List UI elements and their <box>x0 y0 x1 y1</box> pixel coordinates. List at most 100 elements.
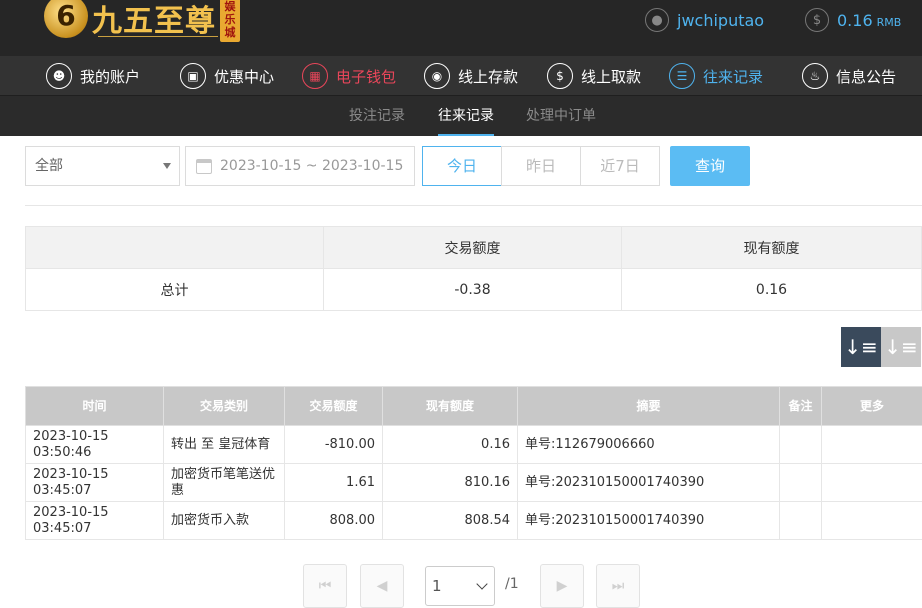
date-range-value: 2023-10-15 ~ 2023-10-15 <box>220 158 403 174</box>
nav-label: 我的账户 <box>80 66 140 87</box>
cell-summary: 单号:112679006660 <box>518 426 780 464</box>
caret-down-icon <box>163 163 171 169</box>
column-header-time[interactable]: 时间 <box>26 387 164 426</box>
deposit-icon: ◉ <box>424 63 450 89</box>
range-today-button[interactable]: 今日 <box>422 146 502 186</box>
balance-display[interactable]: $ 0.16RMB <box>805 7 901 33</box>
summary-total-row: 总计 -0.38 0.16 <box>26 269 922 311</box>
balance-amount: 0.16RMB <box>837 11 901 30</box>
cell-time: 2023-10-15 03:50:46 <box>26 426 164 464</box>
nav-item-my-account[interactable]: ☻ 我的账户 <box>46 56 140 96</box>
transaction-type-select[interactable]: 全部 <box>25 146 180 186</box>
logo-badge: 6 <box>44 0 88 38</box>
main-nav: ☻ 我的账户 ▣ 优惠中心 ▦ 电子钱包 ◉ 线上存款 $ 线上取款 ☰ 往来记… <box>0 56 922 96</box>
select-value: 全部 <box>35 158 63 174</box>
withdraw-icon: $ <box>547 63 573 89</box>
prev-page-button[interactable]: ◀ <box>360 564 404 608</box>
page-total: /1 <box>505 576 519 592</box>
cell-more[interactable] <box>822 464 922 502</box>
column-header-balance[interactable]: 现有额度 <box>383 387 518 426</box>
page-select-value: 1 <box>432 577 442 595</box>
date-range-input[interactable]: 2023-10-15 ~ 2023-10-15 <box>185 146 415 186</box>
nav-label: 线上取款 <box>581 66 641 87</box>
cell-type: 加密货币笔笔送优惠 <box>164 464 285 502</box>
summary-header-balance: 现有额度 <box>622 227 922 269</box>
user-icon: ☻ <box>46 63 72 89</box>
sort-ascending-icon[interactable]: ↓≡ <box>881 327 921 367</box>
cell-more[interactable] <box>822 426 922 464</box>
nav-item-deposit[interactable]: ◉ 线上存款 <box>424 56 518 96</box>
next-page-button[interactable]: ▶ <box>540 564 584 608</box>
logo-text: 九五至尊 <box>92 0 216 40</box>
table-row[interactable]: 2023-10-15 03:50:46 转出 至 皇冠体育 -810.00 0.… <box>26 426 922 464</box>
cell-type: 加密货币入款 <box>164 502 285 540</box>
cell-summary: 单号:202310150001740390 <box>518 464 780 502</box>
range-yesterday-button[interactable]: 昨日 <box>501 146 581 186</box>
column-header-more[interactable]: 更多 <box>822 387 922 426</box>
wallet-icon: ▦ <box>302 63 328 89</box>
logo[interactable]: 6 九五至尊 娱乐城 <box>44 0 244 44</box>
cell-note <box>780 464 822 502</box>
nav-item-records[interactable]: ☰ 往来记录 <box>669 56 763 96</box>
last-page-icon: ⏭ <box>612 578 625 594</box>
nav-label: 优惠中心 <box>214 66 274 87</box>
column-header-summary[interactable]: 摘要 <box>518 387 780 426</box>
first-page-button[interactable]: ⏮ <box>303 564 347 608</box>
query-button[interactable]: 查询 <box>670 146 750 186</box>
cell-amount: -810.00 <box>285 426 383 464</box>
bell-icon: ♨ <box>802 63 828 89</box>
last-page-button[interactable]: ⏭ <box>596 564 640 608</box>
sort-buttons: ↓≡ ↓≡ <box>841 327 922 367</box>
cell-note <box>780 426 822 464</box>
table-row[interactable]: 2023-10-15 03:45:07 加密货币笔笔送优惠 1.61 810.1… <box>26 464 922 502</box>
tab-bet-records[interactable]: 投注记录 <box>349 96 405 136</box>
calendar-icon <box>196 159 212 174</box>
cell-type: 转出 至 皇冠体育 <box>164 426 285 464</box>
next-page-icon: ▶ <box>557 578 568 594</box>
logo-tag: 娱乐城 <box>220 0 240 42</box>
column-header-note[interactable]: 备注 <box>780 387 822 426</box>
summary-total-amount: -0.38 <box>324 269 622 311</box>
summary-header-empty <box>26 227 324 269</box>
column-header-amount[interactable]: 交易额度 <box>285 387 383 426</box>
summary-table: 交易额度 现有额度 总计 -0.38 0.16 <box>25 226 922 311</box>
nav-item-withdraw[interactable]: $ 线上取款 <box>547 56 641 96</box>
cell-note <box>780 502 822 540</box>
column-header-type[interactable]: 交易类别 <box>164 387 285 426</box>
divider <box>25 205 922 206</box>
nav-label: 往来记录 <box>703 66 763 87</box>
cell-balance: 810.16 <box>383 464 518 502</box>
cell-balance: 0.16 <box>383 426 518 464</box>
summary-header-row: 交易额度 现有额度 <box>26 227 922 269</box>
tab-transaction-records[interactable]: 往来记录 <box>438 96 494 136</box>
user-account[interactable]: ● jwchiputao <box>645 7 764 33</box>
chevron-down-icon <box>476 578 487 589</box>
cell-balance: 808.54 <box>383 502 518 540</box>
sort-descending-icon[interactable]: ↓≡ <box>841 327 881 367</box>
nav-item-wallet[interactable]: ▦ 电子钱包 <box>302 56 396 96</box>
nav-item-promotions[interactable]: ▣ 优惠中心 <box>180 56 274 96</box>
logo-flourish <box>98 36 218 40</box>
sub-nav: 投注记录 往来记录 处理中订单 <box>0 96 922 136</box>
cell-time: 2023-10-15 03:45:07 <box>26 464 164 502</box>
cell-more[interactable] <box>822 502 922 540</box>
cell-time: 2023-10-15 03:45:07 <box>26 502 164 540</box>
range-7days-button[interactable]: 近7日 <box>580 146 660 186</box>
nav-label: 电子钱包 <box>336 66 396 87</box>
summary-total-label: 总计 <box>26 269 324 311</box>
username: jwchiputao <box>677 11 764 30</box>
top-header: 6 九五至尊 娱乐城 ● jwchiputao $ 0.16RMB <box>0 0 922 56</box>
summary-header-amount: 交易额度 <box>324 227 622 269</box>
user-icon: ● <box>645 8 669 32</box>
nav-label: 线上存款 <box>458 66 518 87</box>
transactions-table: 时间 交易类别 交易额度 现有额度 摘要 备注 更多 2023-10-15 03… <box>25 386 922 540</box>
table-header-row: 时间 交易类别 交易额度 现有额度 摘要 备注 更多 <box>26 387 922 426</box>
cell-amount: 808.00 <box>285 502 383 540</box>
nav-item-announcements[interactable]: ♨ 信息公告 <box>802 56 896 96</box>
dollar-icon: $ <box>805 8 829 32</box>
records-icon: ☰ <box>669 63 695 89</box>
tab-pending-orders[interactable]: 处理中订单 <box>526 96 596 136</box>
table-row[interactable]: 2023-10-15 03:45:07 加密货币入款 808.00 808.54… <box>26 502 922 540</box>
gift-icon: ▣ <box>180 63 206 89</box>
page-select[interactable]: 1 <box>425 566 495 606</box>
